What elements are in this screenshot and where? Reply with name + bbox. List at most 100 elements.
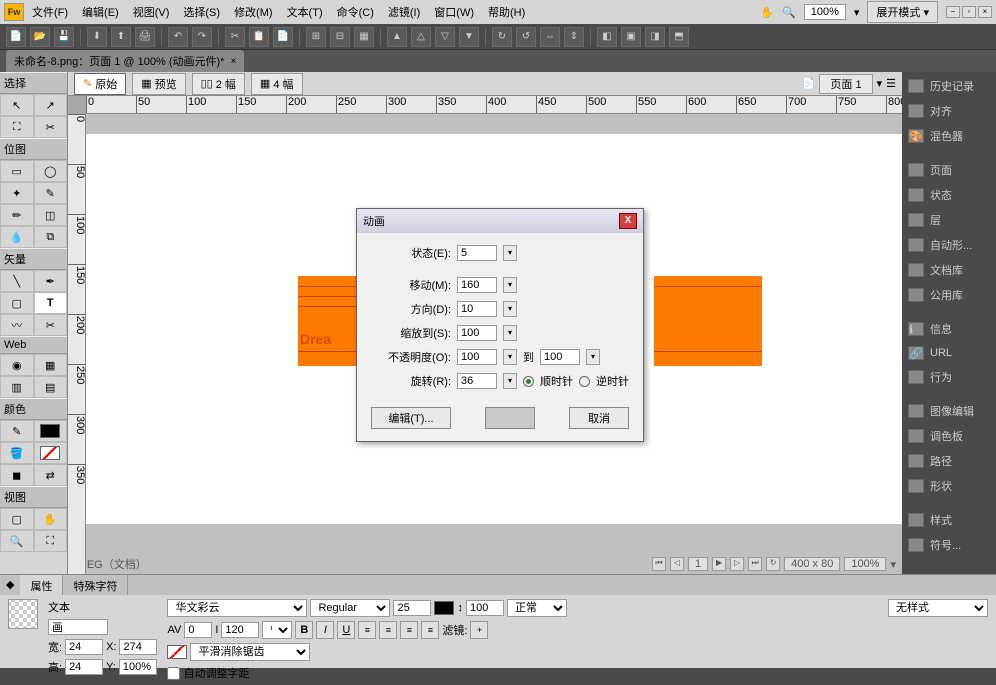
close-button[interactable]: × <box>978 6 992 18</box>
dialog-titlebar[interactable]: 动画 X <box>357 209 643 233</box>
screen-mode-tool[interactable]: ▢ <box>0 508 34 530</box>
stroke-color[interactable]: ✎ <box>0 420 34 442</box>
stamp-tool[interactable]: ⧉ <box>34 226 68 248</box>
forward-icon[interactable]: △ <box>411 27 431 47</box>
group-icon[interactable]: ⊞ <box>306 27 326 47</box>
text-tool[interactable]: T <box>34 292 68 314</box>
track-unit[interactable]: % <box>262 621 292 639</box>
minimize-button[interactable]: − <box>946 6 960 18</box>
tracking-input[interactable] <box>221 622 259 638</box>
panel-imageedit[interactable]: 图像编辑 <box>902 399 996 423</box>
menu-text[interactable]: 文本(T) <box>281 1 329 23</box>
states-dropdown[interactable]: ▾ <box>503 245 517 261</box>
show-slice-tool[interactable]: ▤ <box>34 376 68 398</box>
align-center-icon[interactable]: ▣ <box>621 27 641 47</box>
panel-info[interactable]: ℹ信息 <box>902 317 996 341</box>
ccw-radio[interactable] <box>579 376 590 387</box>
page-menu-icon[interactable]: ☰ <box>886 77 896 90</box>
frame-number[interactable]: 1 <box>688 557 708 571</box>
scale-input[interactable] <box>457 325 497 341</box>
blend-select[interactable]: 正常 <box>507 599 567 617</box>
copy-icon[interactable]: 📋 <box>249 27 269 47</box>
panel-mixer[interactable]: 🎨混色器 <box>902 124 996 148</box>
menu-edit[interactable]: 编辑(E) <box>76 1 125 23</box>
leading-input[interactable] <box>466 600 504 616</box>
blur-tool[interactable]: 💧 <box>0 226 34 248</box>
align-right-button[interactable]: ≡ <box>400 621 418 639</box>
marquee-tool[interactable]: ▭ <box>0 160 34 182</box>
ungroup-icon[interactable]: ⊟ <box>330 27 350 47</box>
cut-icon[interactable]: ✂ <box>225 27 245 47</box>
tab-properties[interactable]: 属性 <box>20 575 63 595</box>
av-input[interactable] <box>184 622 212 638</box>
edit-button[interactable]: 编辑(T)... <box>371 407 451 429</box>
panel-pages[interactable]: 页面 <box>902 158 996 182</box>
scale-dropdown[interactable]: ▾ <box>503 325 517 341</box>
italic-button[interactable]: I <box>316 621 334 639</box>
brush-tool[interactable]: ✎ <box>34 182 68 204</box>
align-right-icon[interactable]: ◨ <box>645 27 665 47</box>
canvas-dims[interactable]: 400 x 80 <box>784 557 840 571</box>
align-center-button[interactable]: ≡ <box>379 621 397 639</box>
stroke-color-prop[interactable] <box>167 645 187 659</box>
menu-view[interactable]: 视图(V) <box>127 1 176 23</box>
menu-window[interactable]: 窗口(W) <box>428 1 480 23</box>
subselect-tool[interactable]: ↗ <box>34 94 68 116</box>
line-tool[interactable]: ╲ <box>0 270 34 292</box>
opacity-from-input[interactable] <box>457 349 497 365</box>
direction-input[interactable] <box>457 301 497 317</box>
zoom-tool[interactable]: 🔍 <box>0 530 34 552</box>
menu-modify[interactable]: 修改(M) <box>228 1 279 23</box>
swap-colors[interactable]: ⇄ <box>34 464 68 486</box>
rectangle-tool[interactable]: ▢ <box>0 292 34 314</box>
text-color[interactable] <box>434 601 454 615</box>
view-original[interactable]: ✎原始 <box>74 73 126 95</box>
fullscreen-tool[interactable]: ⛶ <box>34 530 68 552</box>
next-frame-button[interactable]: ▷ <box>730 557 744 571</box>
undo-icon[interactable]: ↶ <box>168 27 188 47</box>
backward-icon[interactable]: ▽ <box>435 27 455 47</box>
size-input[interactable] <box>393 600 431 616</box>
style-select[interactable]: 无样式 <box>888 599 988 617</box>
antialias-select[interactable]: 平滑消除锯齿 <box>190 643 310 661</box>
zoom-level[interactable]: 100% <box>804 4 846 20</box>
freeform-tool[interactable]: 〰 <box>0 314 34 336</box>
panel-url[interactable]: 🔗URL <box>902 342 996 364</box>
slice-tool[interactable]: ▦ <box>34 354 68 376</box>
panel-shapes[interactable]: 形状 <box>902 474 996 498</box>
y-input[interactable] <box>119 659 157 675</box>
cw-radio[interactable] <box>523 376 534 387</box>
wand-tool[interactable]: ✦ <box>0 182 34 204</box>
view-2up[interactable]: ▯▯2 幅 <box>192 73 245 95</box>
default-colors[interactable]: ◼ <box>0 464 34 486</box>
menu-filters[interactable]: 滤镜(I) <box>382 1 426 23</box>
direction-dropdown[interactable]: ▾ <box>503 301 517 317</box>
print-icon[interactable]: 🖨 <box>135 27 155 47</box>
rotate-cw-icon[interactable]: ↻ <box>492 27 512 47</box>
page-dropdown-icon[interactable]: ▾ <box>877 77 883 90</box>
panel-commonlib[interactable]: 公用库 <box>902 283 996 307</box>
pencil-tool[interactable]: ✏ <box>0 204 34 226</box>
view-4up[interactable]: ▦4 幅 <box>251 73 303 95</box>
align-left-button[interactable]: ≡ <box>358 621 376 639</box>
panel-layers[interactable]: 层 <box>902 208 996 232</box>
opacity-from-dropdown[interactable]: ▾ <box>503 349 517 365</box>
last-frame-button[interactable]: ⏭ <box>748 557 762 571</box>
object-name-input[interactable] <box>48 619 108 635</box>
menu-help[interactable]: 帮助(H) <box>482 1 531 23</box>
height-input[interactable] <box>65 659 103 675</box>
move-input[interactable] <box>457 277 497 293</box>
menu-commands[interactable]: 命令(C) <box>331 1 380 23</box>
save-icon[interactable]: 💾 <box>54 27 74 47</box>
export-icon[interactable]: ⬆ <box>111 27 131 47</box>
rotate-dropdown[interactable]: ▾ <box>503 373 517 389</box>
restore-button[interactable]: ▫ <box>962 6 976 18</box>
import-icon[interactable]: ⬇ <box>87 27 107 47</box>
page-selector[interactable]: 页面 1 <box>819 74 872 94</box>
cancel-button[interactable]: 取消 <box>569 407 629 429</box>
panel-states[interactable]: 状态 <box>902 183 996 207</box>
crop-tool[interactable]: ✂ <box>34 116 68 138</box>
menu-file[interactable]: 文件(F) <box>26 1 74 23</box>
scale-tool[interactable]: ⛶ <box>0 116 34 138</box>
states-input[interactable] <box>457 245 497 261</box>
